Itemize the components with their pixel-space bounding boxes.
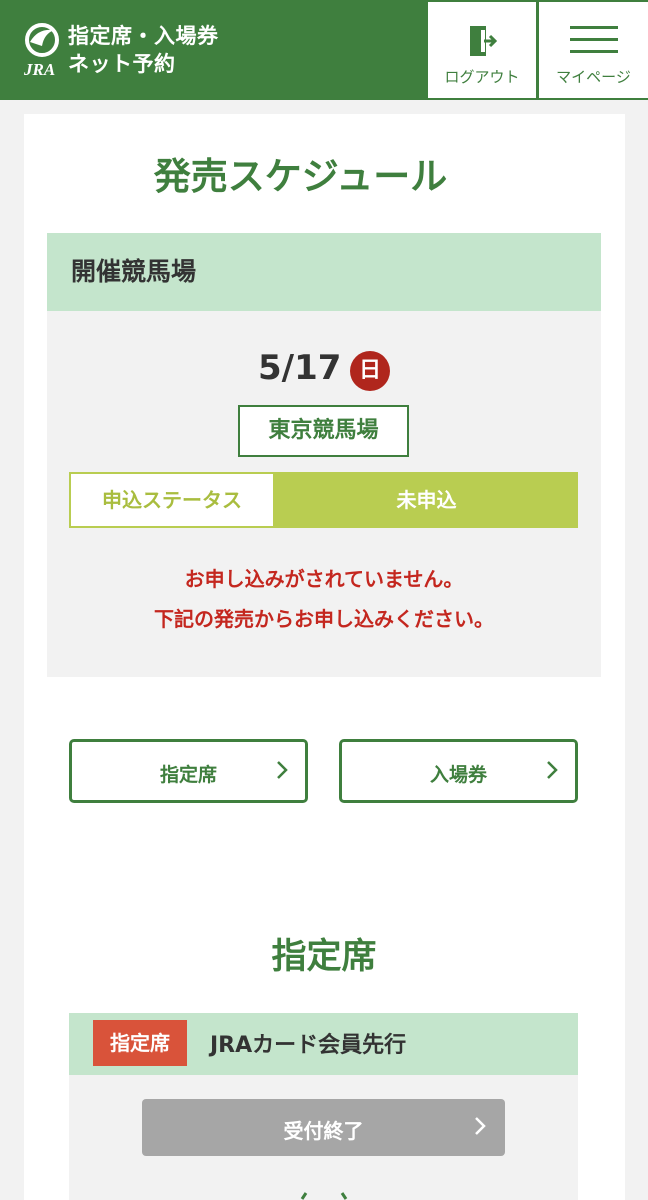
logo-text: JRA	[23, 60, 55, 78]
chevron-right-icon	[277, 761, 288, 779]
application-status-value: 未申込	[275, 472, 578, 528]
chevron-right-icon	[475, 1117, 486, 1135]
day-of-week-badge: 日	[350, 351, 390, 391]
sale-name: JRAカード会員先行	[210, 1033, 407, 1058]
mypage-label: マイページ	[556, 68, 631, 86]
reception-closed-button[interactable]: 受付終了	[142, 1099, 505, 1156]
page-title: 発売スケジュール	[153, 155, 448, 198]
application-status-label: 申込ステータス	[69, 472, 275, 528]
admission-ticket-button-label: 入場券	[429, 764, 487, 786]
logout-button[interactable]: ログアウト	[428, 2, 536, 98]
admission-ticket-button[interactable]: 入場券	[339, 739, 578, 803]
brand-line2: ネット予約	[68, 52, 176, 76]
hamburger-menu-icon	[569, 26, 618, 53]
logout-door-icon	[470, 26, 497, 56]
logout-label: ログアウト	[444, 68, 520, 86]
race-date: 5/17	[258, 348, 342, 388]
chevron-right-icon	[547, 761, 558, 779]
reception-closed-label: 受付終了	[283, 1119, 364, 1143]
status-message-line1: お申し込みがされていません。	[184, 567, 464, 591]
status-message-line2: 下記の発売からお申し込みください。	[154, 607, 494, 631]
venue-heading: 開催競馬場	[47, 233, 601, 311]
brand-line1: 指定席・入場券	[68, 24, 219, 48]
racecourse-badge: 東京競馬場	[238, 405, 409, 457]
brand-title: 指定席・入場券 ネット予約	[68, 22, 219, 78]
mypage-button[interactable]: マイページ	[539, 2, 648, 98]
sale-type-tag: 指定席	[93, 1020, 187, 1066]
app-header: JRA 指定席・入場券 ネット予約 ログアウト マイページ	[0, 0, 648, 100]
section-decoration-icon	[300, 1192, 348, 1200]
reserved-seat-button-label: 指定席	[159, 764, 217, 786]
jra-logo[interactable]: JRA	[20, 20, 66, 78]
reserved-seat-section-title: 指定席	[271, 937, 377, 977]
reserved-seat-button[interactable]: 指定席	[69, 739, 308, 803]
